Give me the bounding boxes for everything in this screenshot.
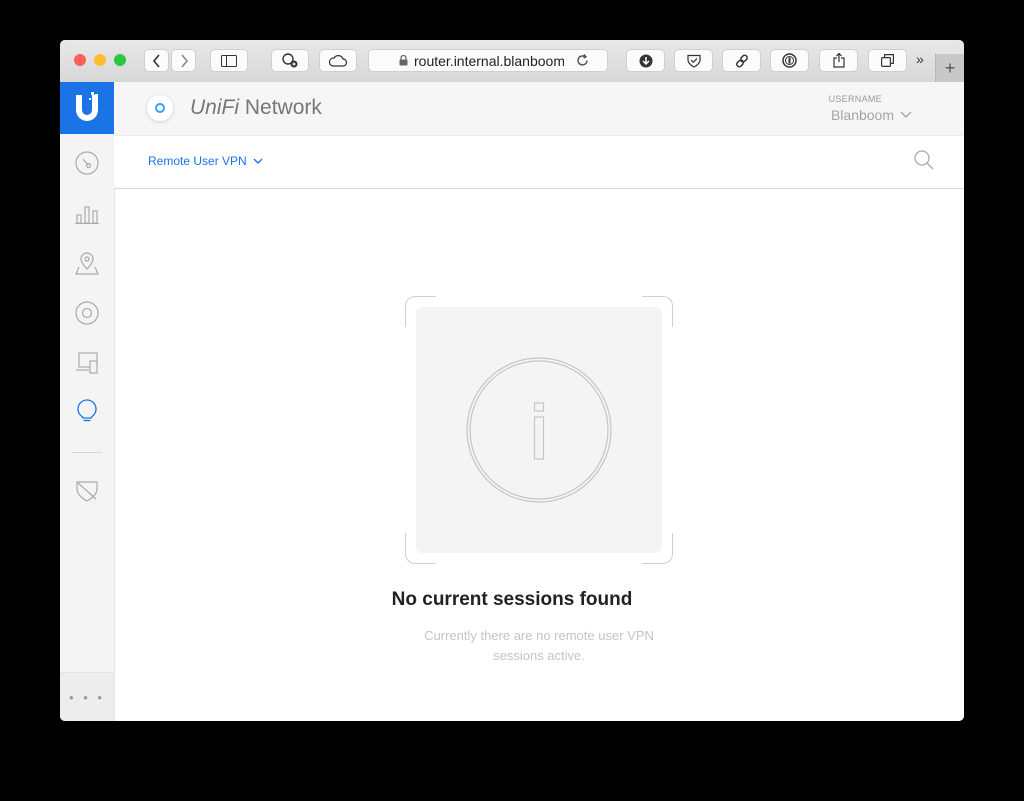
cloud-icon <box>328 54 348 67</box>
shield-icon <box>76 481 98 502</box>
close-window-button[interactable] <box>74 54 86 66</box>
address-bar[interactable]: router.internal.blanboom.c <box>368 49 608 72</box>
username-label: USERNAME <box>828 94 882 104</box>
icloud-tabs-button[interactable] <box>319 49 357 72</box>
sidebar-item-devices[interactable] <box>74 300 100 326</box>
sidebar-item-insights[interactable] <box>74 398 100 424</box>
shield-check-icon <box>686 54 701 68</box>
shield-extension-button[interactable] <box>674 49 713 72</box>
username-value: Blanboom <box>830 107 894 123</box>
extension-button[interactable] <box>271 49 309 72</box>
chevron-down-icon <box>253 158 263 164</box>
sidebar-item-clients[interactable] <box>74 350 100 376</box>
sidebar-toggle-button[interactable] <box>210 49 248 72</box>
chevron-down-icon <box>900 111 912 118</box>
forward-button[interactable] <box>171 49 196 72</box>
sidebar: • • • <box>60 82 115 721</box>
maximize-window-button[interactable] <box>114 54 126 66</box>
info-icon <box>466 357 612 503</box>
sidebar-item-threat-management[interactable] <box>74 478 100 504</box>
browser-toolbar: router.internal.blanboom.c » + <box>60 40 964 83</box>
sidebar-item-dashboard[interactable] <box>74 150 100 176</box>
empty-state-title: No current sessions found <box>391 589 633 610</box>
tabs-icon <box>881 54 894 67</box>
bar-chart-icon <box>75 206 99 224</box>
person-add-icon <box>282 52 298 67</box>
sidebar-divider <box>72 452 102 453</box>
map-pin-icon <box>75 252 99 275</box>
tab-overview-button[interactable] <box>868 49 907 72</box>
access-point-icon <box>75 301 99 325</box>
app-header: UniFi Network USERNAME Blanboom <box>114 82 964 136</box>
downloads-button[interactable] <box>626 49 665 72</box>
sidebar-item-map[interactable] <box>74 250 100 276</box>
minimize-window-button[interactable] <box>94 54 106 66</box>
link-icon <box>735 54 748 67</box>
link-extension-button[interactable] <box>722 49 761 72</box>
sidebar-item-statistics[interactable] <box>74 200 100 226</box>
unifi-logo[interactable] <box>60 82 114 134</box>
brand-suffix: Network <box>239 96 322 119</box>
chevron-right-icon <box>180 53 188 68</box>
empty-state-panel <box>416 307 662 553</box>
empty-state-illustration <box>405 296 673 564</box>
reload-icon[interactable] <box>576 54 589 67</box>
brand-prefix: UniFi <box>190 96 240 119</box>
sidebar-icon <box>221 54 237 67</box>
section-dropdown[interactable]: Remote User VPN <box>148 154 263 168</box>
password-manager-icon <box>782 53 797 68</box>
section-dropdown-label: Remote User VPN <box>148 154 247 168</box>
sidebar-more-button[interactable]: • • • <box>60 672 114 721</box>
clients-devices-icon <box>76 352 98 374</box>
browser-window: router.internal.blanboom.c » + • • • Uni… <box>60 40 964 721</box>
lock-icon <box>399 55 408 66</box>
dashboard-gauge-icon <box>75 151 99 175</box>
share-button[interactable] <box>819 49 858 72</box>
back-button[interactable] <box>144 49 169 72</box>
password-manager-button[interactable] <box>770 49 809 72</box>
section-bar: Remote User VPN <box>114 136 964 189</box>
download-icon <box>639 54 652 67</box>
user-menu[interactable]: Blanboom <box>831 107 912 123</box>
device-status-icon <box>147 95 173 121</box>
app-title: UniFi Network <box>190 96 322 120</box>
share-icon <box>832 53 845 68</box>
lightbulb-icon <box>77 399 97 422</box>
chevron-left-icon <box>152 53 160 68</box>
ubiquiti-u-icon <box>76 92 98 121</box>
search-icon[interactable] <box>914 150 934 170</box>
url-text: router.internal.blanboom.c <box>414 52 564 69</box>
new-tab-button[interactable]: + <box>935 54 964 82</box>
overflow-menu-button[interactable]: » <box>916 51 924 67</box>
empty-state-message: Currently there are no remote user VPN s… <box>424 628 654 663</box>
